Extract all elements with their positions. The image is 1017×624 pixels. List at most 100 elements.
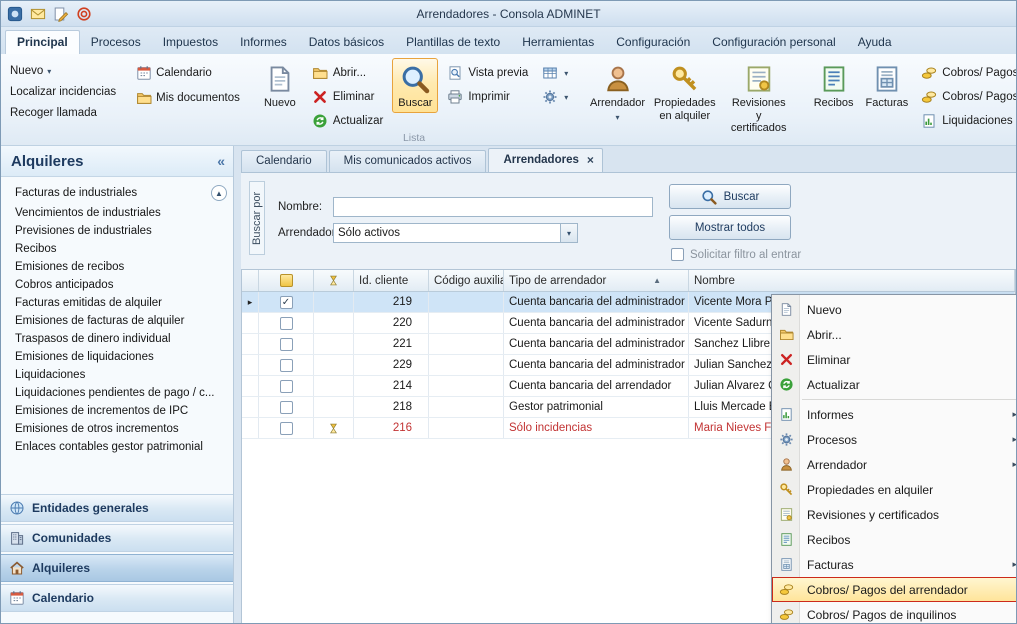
row-checkbox[interactable] [280, 401, 293, 414]
imprimir-button[interactable]: Imprimir [444, 88, 531, 106]
vista-previa-button[interactable]: Vista previa [444, 64, 531, 82]
cobros-pagos-arrendador-button[interactable]: Cobros/ Pagos del arrendador [918, 64, 1017, 82]
sidebar-item-previsiones-industriales[interactable]: Previsiones de industriales [1, 222, 233, 240]
menu-item-eliminar[interactable]: Eliminar [772, 347, 1017, 372]
chevron-down-icon[interactable]: ▾ [560, 224, 577, 242]
sidebar-item-enlaces-contables[interactable]: Enlaces contables gestor patrimonial [1, 438, 233, 456]
liquidaciones-button[interactable]: Liquidaciones [918, 112, 1017, 130]
sidebar-item-liquidaciones[interactable]: Liquidaciones [1, 366, 233, 384]
app-logo-icon[interactable] [6, 5, 24, 23]
column-header-codigo-auxiliar[interactable]: Código auxiliar [429, 270, 504, 291]
sidebar-title: Alquileres [11, 153, 217, 170]
key-icon [778, 482, 795, 497]
sidebar-item-emisiones-ipc[interactable]: Emisiones de incrementos de IPC [1, 402, 233, 420]
nombre-input[interactable] [333, 197, 653, 217]
nuevo-menu-button[interactable]: Nuevo▾ [7, 64, 119, 78]
chevron-down-icon: ▾ [615, 113, 619, 122]
arrendadores-select[interactable]: Sólo activos ▾ [333, 223, 578, 243]
column-header-tipo-arrendador[interactable]: Tipo de arrendador▲ [504, 270, 689, 291]
tab-calendario[interactable]: Calendario [241, 150, 327, 172]
nuevo-button[interactable]: Nuevo [257, 58, 303, 113]
solicitar-filtro-checkbox[interactable] [671, 248, 684, 261]
propiedades-en-alquiler-button[interactable]: Propiedades en alquiler [650, 58, 720, 125]
row-checkbox[interactable] [280, 422, 293, 435]
menu-item-cobros-pagos-arrendador[interactable]: Cobros/ Pagos del arrendador [772, 577, 1017, 602]
buscar-panel-button[interactable]: Buscar [669, 184, 791, 209]
sidebar-item-facturas-emitidas[interactable]: Facturas emitidas de alquiler [1, 294, 233, 312]
sidebar-item-vencimientos-industriales[interactable]: Vencimientos de industriales [1, 204, 233, 222]
calendario-button[interactable]: Calendario [133, 64, 243, 82]
tab-arrendadores[interactable]: Arrendadores × [488, 148, 602, 172]
buscar-button[interactable]: Buscar [392, 58, 438, 113]
select-all-checkbox[interactable] [280, 274, 293, 287]
row-checkbox[interactable] [280, 359, 293, 372]
facturas-button[interactable]: Facturas [861, 58, 912, 113]
section-comunidades[interactable]: Comunidades [1, 524, 233, 552]
column-header-nombre[interactable]: Nombre [689, 270, 1015, 291]
row-checkbox[interactable] [280, 338, 293, 351]
localizar-incidencias-button[interactable]: Localizar incidencias [7, 85, 119, 99]
mis-documentos-button[interactable]: Mis documentos [133, 89, 243, 107]
recibos-button[interactable]: Recibos [810, 58, 858, 113]
record-icon[interactable] [75, 5, 93, 23]
menu-item-arrendador[interactable]: Arrendador▸ [772, 452, 1017, 477]
recoger-llamada-button[interactable]: Recoger llamada [7, 106, 119, 120]
grid-view-dropdown[interactable]: ▾ [539, 64, 571, 82]
ribbon-tab-datos-basicos[interactable]: Datos básicos [298, 31, 395, 54]
section-alquileres[interactable]: Alquileres [1, 554, 233, 582]
abrir-button[interactable]: Abrir... [309, 64, 387, 82]
ribbon-tab-plantillas[interactable]: Plantillas de texto [395, 31, 511, 54]
cobros-pagos-inquilinos-button[interactable]: Cobros/ Pagos de inquilinos [918, 88, 1017, 106]
menu-item-actualizar[interactable]: Actualizar [772, 372, 1017, 397]
invoice-icon [778, 557, 795, 572]
ribbon-tab-procesos[interactable]: Procesos [80, 31, 152, 54]
ribbon-tab-principal[interactable]: Principal [5, 30, 80, 54]
settings-dropdown[interactable]: ▾ [539, 88, 571, 106]
revisiones-certificados-button[interactable]: Revisiones y certificados [724, 58, 794, 138]
row-checkbox[interactable] [280, 296, 293, 309]
group-label-adicional: Adicional [802, 132, 1017, 144]
sidebar-item-emisiones-facturas[interactable]: Emisiones de facturas de alquiler [1, 312, 233, 330]
row-checkbox[interactable] [280, 317, 293, 330]
globe-icon [9, 500, 25, 516]
ribbon-tab-ayuda[interactable]: Ayuda [847, 31, 903, 54]
edit-icon[interactable] [52, 5, 70, 23]
menu-item-revisiones[interactable]: Revisiones y certificados [772, 502, 1017, 527]
tab-mis-comunicados[interactable]: Mis comunicados activos [329, 150, 487, 172]
menu-item-procesos[interactable]: Procesos▸ [772, 427, 1017, 452]
scroll-up-icon[interactable]: ▲ [211, 185, 227, 201]
sidebar-item-emisiones-otros[interactable]: Emisiones de otros incrementos [1, 420, 233, 438]
menu-item-facturas[interactable]: Facturas▸ [772, 552, 1017, 577]
row-checkbox[interactable] [280, 380, 293, 393]
sidebar-item-facturas-industriales[interactable]: Facturas de industriales ▲ [1, 182, 233, 204]
menu-item-nuevo[interactable]: Nuevo [772, 297, 1017, 322]
sidebar-item-emisiones-recibos[interactable]: Emisiones de recibos [1, 258, 233, 276]
arrendador-button[interactable]: Arrendador ▾ [589, 58, 645, 125]
ribbon-tab-informes[interactable]: Informes [229, 31, 298, 54]
menu-item-informes[interactable]: Informes▸ [772, 402, 1017, 427]
mail-icon[interactable] [29, 5, 47, 23]
actualizar-button[interactable]: Actualizar [309, 112, 387, 130]
ribbon-tab-impuestos[interactable]: Impuestos [152, 31, 229, 54]
menu-item-cobros-pagos-inquilinos[interactable]: Cobros/ Pagos de inquilinos [772, 602, 1017, 624]
menu-item-propiedades[interactable]: Propiedades en alquiler [772, 477, 1017, 502]
ribbon-tab-herramientas[interactable]: Herramientas [511, 31, 605, 54]
ribbon-tab-configuracion[interactable]: Configuración [605, 31, 701, 54]
new-document-icon [265, 64, 295, 94]
section-entidades-generales[interactable]: Entidades generales [1, 494, 233, 522]
sidebar-item-cobros-anticipados[interactable]: Cobros anticipados [1, 276, 233, 294]
column-header-id-cliente[interactable]: Id. cliente [354, 270, 429, 291]
close-tab-icon[interactable]: × [587, 153, 594, 167]
sidebar-item-recibos[interactable]: Recibos [1, 240, 233, 258]
section-calendario[interactable]: Calendario [1, 584, 233, 612]
menu-item-recibos[interactable]: Recibos [772, 527, 1017, 552]
sidebar-item-emisiones-liquidaciones[interactable]: Emisiones de liquidaciones [1, 348, 233, 366]
sidebar-item-liquidaciones-pendientes[interactable]: Liquidaciones pendientes de pago / c... [1, 384, 233, 402]
eliminar-button[interactable]: Eliminar [309, 88, 387, 106]
open-folder-icon [312, 65, 328, 81]
ribbon-tab-configuracion-personal[interactable]: Configuración personal [701, 31, 846, 54]
menu-item-abrir[interactable]: Abrir... [772, 322, 1017, 347]
sidebar-item-traspasos-dinero[interactable]: Traspasos de dinero individual [1, 330, 233, 348]
collapse-sidebar-icon[interactable]: « [217, 153, 225, 169]
mostrar-todos-button[interactable]: Mostrar todos [669, 215, 791, 240]
